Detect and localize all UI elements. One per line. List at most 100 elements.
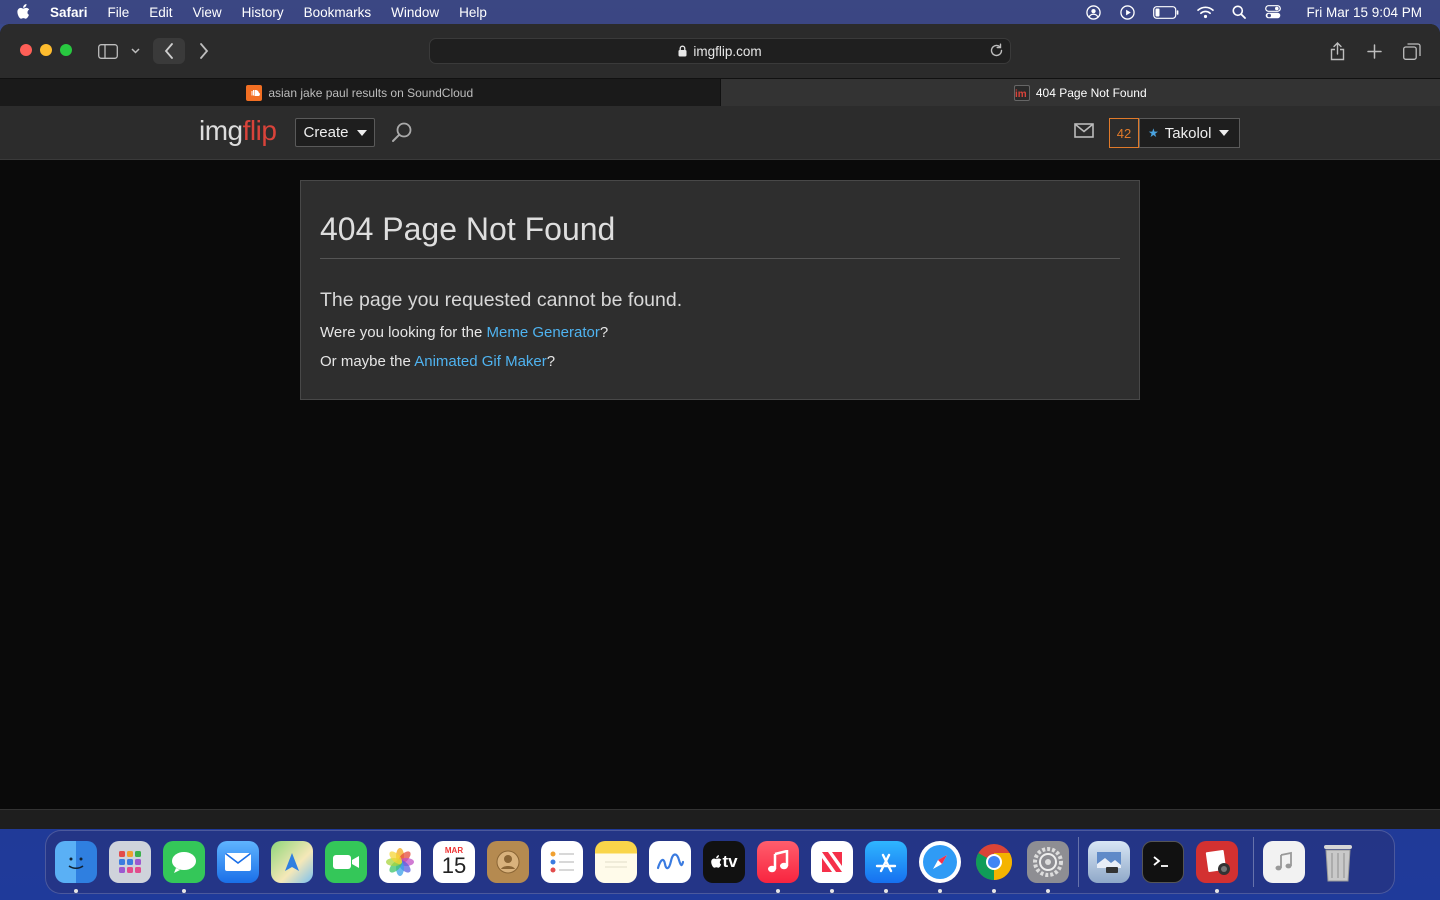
create-dropdown-button[interactable]: Create: [295, 118, 375, 147]
music-icon[interactable]: [757, 841, 799, 893]
sidebar-toggle-icon[interactable]: [96, 38, 120, 64]
system-settings-icon[interactable]: [1027, 841, 1069, 893]
terminal-icon[interactable]: [1142, 841, 1184, 883]
wifi-icon[interactable]: [1196, 3, 1214, 21]
safari-window: imgflip.com asian jake paul results on S…: [0, 24, 1440, 829]
dock: MAR 15 tv: [45, 830, 1395, 894]
dock-separator: [1253, 837, 1254, 887]
running-indicator: [1046, 889, 1050, 893]
photos-icon[interactable]: [379, 841, 421, 883]
suggestion-line-1: Were you looking for the Meme Generator?: [320, 324, 1120, 341]
browser-toolbar: imgflip.com: [0, 24, 1440, 78]
finder-icon[interactable]: [55, 841, 97, 893]
apple-tv-icon[interactable]: tv: [703, 841, 745, 883]
site-header: imgflip Create 42 ★ Takolol: [0, 106, 1440, 160]
running-indicator: [992, 889, 996, 893]
menu-window[interactable]: Window: [391, 5, 439, 20]
suggestion-text: Or maybe the: [320, 353, 415, 370]
user-account-icon[interactable]: [1084, 3, 1102, 21]
menu-bookmarks[interactable]: Bookmarks: [304, 5, 372, 20]
share-icon[interactable]: [1327, 38, 1347, 64]
back-button[interactable]: [153, 38, 185, 64]
tab-label: asian jake paul results on SoundCloud: [268, 85, 474, 100]
calendar-icon[interactable]: MAR 15: [433, 841, 475, 883]
gif-maker-link[interactable]: Animated Gif Maker: [414, 353, 547, 370]
apple-tv-label: tv: [722, 852, 738, 871]
logo-flip-text: flip: [242, 115, 277, 146]
menu-history[interactable]: History: [242, 5, 284, 20]
suggestion-suffix: ?: [546, 353, 556, 370]
imgflip-favicon-icon: im: [1013, 84, 1030, 101]
search-icon[interactable]: [391, 121, 413, 148]
menu-view[interactable]: View: [193, 5, 222, 20]
menu-clock[interactable]: Fri Mar 15 9:04 PM: [1306, 5, 1422, 20]
suggestion-text: Were you looking for the: [320, 324, 487, 341]
minimize-window-button[interactable]: [40, 44, 52, 56]
window-bottom-bar: [0, 809, 1440, 829]
trash-icon[interactable]: [1317, 841, 1359, 883]
tab-bar: asian jake paul results on SoundCloud im…: [0, 78, 1440, 106]
chrome-icon[interactable]: [973, 841, 1015, 893]
dock-separator: [1078, 837, 1079, 887]
mail-app-icon[interactable]: [217, 841, 259, 883]
tab-soundcloud[interactable]: asian jake paul results on SoundCloud: [0, 79, 721, 106]
page-title: 404 Page Not Found: [320, 211, 1120, 259]
maps-icon[interactable]: [271, 841, 313, 883]
apple-menu-icon[interactable]: [14, 3, 32, 21]
error-card: 404 Page Not Found The page you requeste…: [300, 180, 1140, 400]
create-label: Create: [303, 124, 349, 141]
apple-logo-icon: [711, 855, 722, 868]
menu-file[interactable]: File: [108, 5, 130, 20]
mail-icon[interactable]: [1074, 123, 1094, 143]
close-window-button[interactable]: [20, 44, 32, 56]
address-bar[interactable]: imgflip.com: [429, 38, 1011, 64]
error-message: The page you requested cannot be found.: [320, 289, 683, 311]
window-controls: [20, 44, 72, 56]
battery-icon[interactable]: [1152, 3, 1180, 21]
tab-404[interactable]: im 404 Page Not Found: [720, 79, 1440, 106]
forward-button[interactable]: [194, 38, 214, 64]
freeform-icon[interactable]: [649, 841, 691, 883]
launchpad-icon[interactable]: [109, 841, 151, 883]
menu-help[interactable]: Help: [459, 5, 487, 20]
notes-icon[interactable]: [595, 841, 637, 883]
meme-generator-link[interactable]: Meme Generator: [486, 324, 599, 341]
facetime-icon[interactable]: [325, 841, 367, 883]
chevron-left-icon: [164, 43, 173, 59]
running-indicator: [830, 889, 834, 893]
star-icon: ★: [1148, 126, 1159, 140]
running-indicator: [74, 889, 78, 893]
running-indicator: [938, 889, 942, 893]
photo-booth-icon[interactable]: [1196, 841, 1238, 893]
menu-app-safari[interactable]: Safari: [50, 5, 88, 20]
caret-down-icon: [1219, 130, 1230, 136]
user-menu-button[interactable]: ★ Takolol: [1139, 118, 1240, 148]
safari-icon[interactable]: [919, 841, 961, 893]
tab-overview-icon[interactable]: [1401, 38, 1423, 64]
new-tab-icon[interactable]: [1364, 38, 1384, 64]
messages-icon[interactable]: [163, 841, 205, 893]
menu-bar: Safari File Edit View History Bookmarks …: [0, 0, 1440, 24]
suggestion-suffix: ?: [599, 324, 609, 341]
lock-icon: [678, 45, 687, 57]
imgflip-logo[interactable]: imgflip: [199, 115, 277, 147]
tab-label: 404 Page Not Found: [1035, 85, 1147, 100]
suggestion-line-2: Or maybe the Animated Gif Maker?: [320, 353, 1120, 370]
running-indicator: [182, 889, 186, 893]
reload-icon[interactable]: [989, 43, 1004, 58]
menu-edit[interactable]: Edit: [149, 5, 172, 20]
now-playing-icon[interactable]: [1118, 3, 1136, 21]
chevron-down-icon[interactable]: [128, 38, 142, 64]
zoom-window-button[interactable]: [60, 44, 72, 56]
notification-count-button[interactable]: 42: [1109, 118, 1139, 148]
spotlight-search-icon[interactable]: [1230, 3, 1248, 21]
reminders-icon[interactable]: [541, 841, 583, 883]
news-icon[interactable]: [811, 841, 853, 893]
contacts-icon[interactable]: [487, 841, 529, 883]
music-file-icon[interactable]: [1263, 841, 1305, 883]
running-indicator: [776, 889, 780, 893]
app-store-icon[interactable]: [865, 841, 907, 893]
username: Takolol: [1164, 124, 1212, 142]
preview-icon[interactable]: [1088, 841, 1130, 883]
control-center-icon[interactable]: [1264, 3, 1282, 21]
